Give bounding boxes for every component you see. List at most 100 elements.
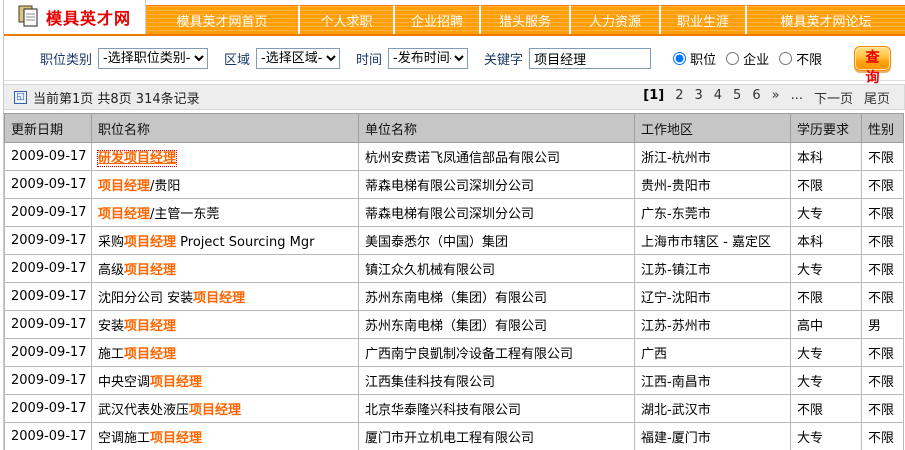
- table-row: 2009-09-17研发项目经理杭州安费诺飞凤通信部品有限公司浙江-杭州市本科不…: [5, 143, 904, 171]
- region-select[interactable]: -选择区域-: [256, 48, 340, 69]
- scope-radio-企业[interactable]: [726, 52, 739, 65]
- cell-update-date: 2009-09-17: [5, 171, 92, 199]
- column-header: 学历要求: [791, 114, 862, 143]
- cell-update-date: 2009-09-17: [5, 199, 92, 227]
- site-title: 模具英才网: [46, 5, 131, 29]
- pagination-item[interactable]: 3: [694, 88, 702, 107]
- category-select[interactable]: -选择职位类别-: [98, 48, 208, 69]
- cell-job-title: 高级项目经理: [92, 255, 359, 283]
- search-button[interactable]: 查 询: [854, 46, 891, 71]
- pagination-item[interactable]: 2: [675, 88, 683, 107]
- cell-company: 厦门市开立机电工程有限公司: [359, 423, 635, 450]
- job-title-part: 项目经理: [150, 375, 202, 390]
- table-row: 2009-09-17项目经理/贵阳蒂森电梯有限公司深圳分公司贵州-贵阳市不限不限: [5, 171, 904, 199]
- pagination-item[interactable]: 下一页: [814, 88, 853, 107]
- cell-job-title: 研发项目经理: [92, 143, 359, 171]
- cell-update-date: 2009-09-17: [5, 311, 92, 339]
- job-title-link[interactable]: 研发项目经理: [98, 151, 176, 166]
- column-header: 更新日期: [5, 114, 92, 143]
- pagination-item[interactable]: »: [772, 88, 780, 107]
- pagination: [1]23456»...下一页尾页: [643, 88, 890, 107]
- job-title-link[interactable]: 项目经理/贵阳: [98, 179, 180, 194]
- job-title-part: 项目经理: [150, 431, 202, 446]
- pagination-item[interactable]: 尾页: [864, 88, 890, 107]
- job-title-link[interactable]: 沈阳分公司 安装项目经理: [98, 291, 245, 306]
- job-title-part: 项目经理: [98, 179, 150, 194]
- cell-update-date: 2009-09-17: [5, 255, 92, 283]
- nav-tab[interactable]: 企业招聘: [395, 5, 481, 34]
- cell-company: 北京华泰隆兴科技有限公司: [359, 395, 635, 423]
- search-bar: 职位类别 -选择职位类别- 区域 -选择区域- 时间 -发布时间- 关键字 职位…: [4, 36, 905, 81]
- cell-gender: 不限: [862, 367, 904, 395]
- time-select[interactable]: -发布时间-: [388, 48, 468, 69]
- pagination-item[interactable]: 4: [714, 88, 722, 107]
- job-title-link[interactable]: 施工项目经理: [98, 347, 176, 362]
- job-title-part: 中央空调: [98, 375, 150, 390]
- cell-gender: 不限: [862, 339, 904, 367]
- status-bar: ◱ 当前第1页 共8页 314条记录 [1]23456»...下一页尾页: [4, 84, 905, 110]
- job-title-link[interactable]: 高级项目经理: [98, 263, 176, 278]
- cell-company: 苏州东南电梯（集团）有限公司: [359, 311, 635, 339]
- cell-region: 江西-南昌市: [635, 367, 791, 395]
- cell-region: 浙江-杭州市: [635, 143, 791, 171]
- job-title-part: 项目经理: [124, 263, 176, 278]
- job-title-link[interactable]: 采购项目经理 Project Sourcing Mgr: [98, 235, 314, 250]
- cell-job-title: 沈阳分公司 安装项目经理: [92, 283, 359, 311]
- cell-company: 镇江众久机械有限公司: [359, 255, 635, 283]
- cell-job-title: 采购项目经理 Project Sourcing Mgr: [92, 227, 359, 255]
- scope-radio-不限[interactable]: [779, 52, 792, 65]
- cell-region: 江苏-苏州市: [635, 311, 791, 339]
- cell-company: 美国泰悉尔（中国）集团: [359, 227, 635, 255]
- nav-tab[interactable]: 模具英才网论坛: [747, 5, 905, 34]
- cell-job-title: 项目经理/贵阳: [92, 171, 359, 199]
- column-header: 单位名称: [359, 114, 635, 143]
- page: 模具英才网 模具英才网首页个人求职企业招聘猎头服务人力资源职业生涯模具英才网论坛…: [3, 0, 905, 450]
- cell-region: 广西: [635, 339, 791, 367]
- cell-education: 不限: [791, 171, 862, 199]
- cell-education: 大专: [791, 423, 862, 450]
- scope-radio-职位[interactable]: [673, 52, 686, 65]
- job-title-link[interactable]: 安装项目经理: [98, 319, 176, 334]
- cell-company: 广西南宁良凱制冷设备工程有限公司: [359, 339, 635, 367]
- site-logo[interactable]: 模具英才网: [4, 0, 146, 34]
- pagination-item[interactable]: ...: [791, 88, 803, 107]
- cell-education: 大专: [791, 339, 862, 367]
- nav-tab[interactable]: 个人求职: [300, 5, 395, 34]
- cell-education: 高中: [791, 311, 862, 339]
- cell-education: 本科: [791, 143, 862, 171]
- table-row: 2009-09-17高级项目经理镇江众久机械有限公司江苏-镇江市大专不限: [5, 255, 904, 283]
- pagination-item[interactable]: 6: [752, 88, 760, 107]
- cell-company: 江西集佳科技有限公司: [359, 367, 635, 395]
- job-title-part: 空调施工: [98, 431, 150, 446]
- job-title-link[interactable]: 中央空调项目经理: [98, 375, 202, 390]
- table-row: 2009-09-17中央空调项目经理江西集佳科技有限公司江西-南昌市大专不限: [5, 367, 904, 395]
- job-title-link[interactable]: 武汉代表处液压项目经理: [98, 403, 241, 418]
- table-row: 2009-09-17施工项目经理广西南宁良凱制冷设备工程有限公司广西大专不限: [5, 339, 904, 367]
- job-title-part: 采购: [98, 235, 124, 250]
- column-header: 职位名称: [92, 114, 359, 143]
- cell-update-date: 2009-09-17: [5, 367, 92, 395]
- table-row: 2009-09-17项目经理/主管一东莞蒂森电梯有限公司深圳分公司广东-东莞市大…: [5, 199, 904, 227]
- cell-region: 湖北-武汉市: [635, 395, 791, 423]
- time-label: 时间: [356, 49, 382, 68]
- nav-tab[interactable]: 猎头服务: [481, 5, 571, 34]
- cell-company: 杭州安费诺飞凤通信部品有限公司: [359, 143, 635, 171]
- results-table: 更新日期职位名称单位名称工作地区学历要求性别 2009-09-17研发项目经理杭…: [4, 113, 904, 450]
- scope-radio-label: 不限: [796, 49, 822, 68]
- job-title-link[interactable]: 空调施工项目经理: [98, 431, 202, 446]
- cell-gender: 不限: [862, 395, 904, 423]
- nav-tab[interactable]: 职业生涯: [661, 5, 747, 34]
- pagination-item[interactable]: 5: [733, 88, 741, 107]
- job-title-part: 研发项目经理: [98, 151, 176, 166]
- nav-tab[interactable]: 人力资源: [571, 5, 661, 34]
- job-title-part: 武汉代表处液压: [98, 403, 189, 418]
- result-summary: ◱ 当前第1页 共8页 314条记录: [14, 88, 200, 107]
- cell-job-title: 武汉代表处液压项目经理: [92, 395, 359, 423]
- cell-job-title: 安装项目经理: [92, 311, 359, 339]
- nav-tab[interactable]: 模具英才网首页: [146, 5, 300, 34]
- keyword-input[interactable]: [529, 48, 651, 69]
- job-title-link[interactable]: 项目经理/主管一东莞: [98, 207, 219, 222]
- cell-region: 贵州-贵阳市: [635, 171, 791, 199]
- cell-update-date: 2009-09-17: [5, 395, 92, 423]
- job-title-part: 沈阳分公司 安装: [98, 291, 193, 306]
